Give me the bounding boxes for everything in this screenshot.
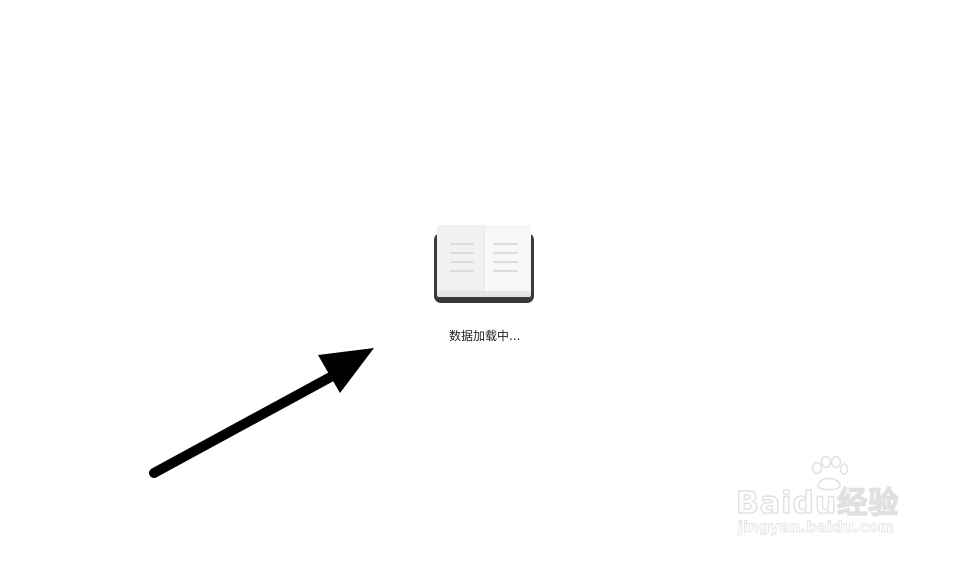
loading-text: 数据加载中... xyxy=(449,329,521,343)
watermark-url: jingyan.baidu.com xyxy=(738,518,895,537)
watermark-logo: Baidu经验 xyxy=(735,485,900,521)
open-book-icon xyxy=(434,225,534,303)
arrow-icon xyxy=(149,348,374,478)
watermark: Baidu经验 jingyan.baidu.com xyxy=(732,456,922,546)
page: 数据加载中... Baidu经验 jingyan.baidu.com xyxy=(0,0,962,562)
